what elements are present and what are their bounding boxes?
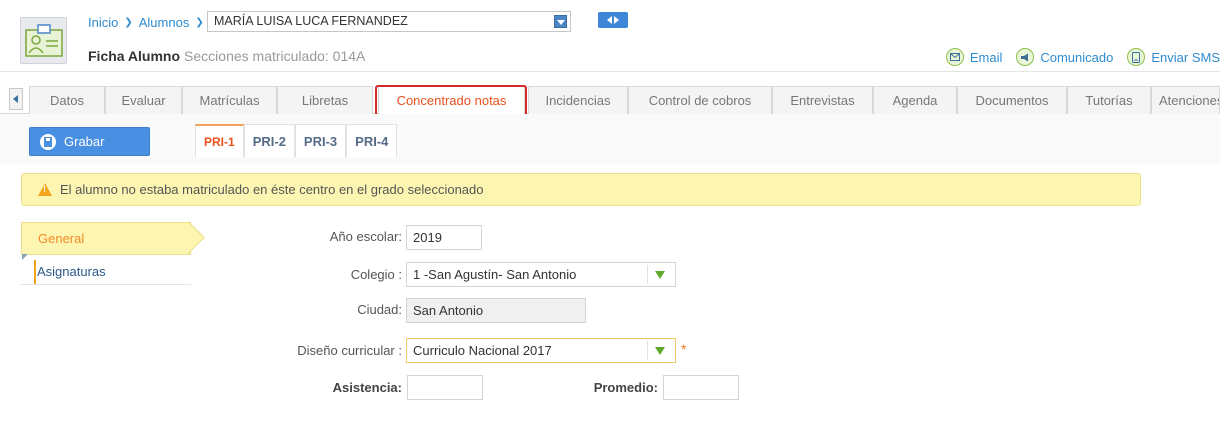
enviar-sms-label: Enviar SMS xyxy=(1151,49,1220,65)
ciudad-field: San Antonio xyxy=(406,298,586,323)
save-button-label: Grabar xyxy=(64,134,105,149)
colegio-label: Colegio : xyxy=(350,267,402,282)
tab-bar: Datos Evaluar Matrículas Libretas Concen… xyxy=(0,86,1220,115)
comunicado-label: Comunicado xyxy=(1040,49,1114,65)
sidenav-general-label: General xyxy=(38,231,85,246)
required-asterisk-icon: * xyxy=(681,341,687,357)
student-select-value: MARÍA LUISA LUCA FERNANDEZ xyxy=(214,14,408,28)
corner-marker-icon xyxy=(22,254,28,260)
chevron-down-icon[interactable] xyxy=(655,271,665,279)
asistencia-label: Asistencia: xyxy=(332,380,402,395)
sidenav-asignaturas-label: Asignaturas xyxy=(37,263,106,279)
save-button[interactable]: Grabar xyxy=(29,127,150,156)
breadcrumb-alumnos[interactable]: Alumnos xyxy=(139,15,190,30)
asistencia-field[interactable] xyxy=(407,375,483,400)
save-disk-icon xyxy=(40,133,56,150)
tab-agenda[interactable]: Agenda xyxy=(873,86,957,114)
period-tab-pri-2[interactable]: PRI-2 xyxy=(243,124,295,157)
period-tab-pri-1[interactable]: PRI-1 xyxy=(195,124,244,157)
tab-documentos[interactable]: Documentos xyxy=(957,86,1067,114)
arrow-right-icon[interactable] xyxy=(614,16,619,24)
student-select[interactable]: MARÍA LUISA LUCA FERNANDEZ xyxy=(207,11,571,32)
tab-matriculas[interactable]: Matrículas xyxy=(182,86,277,114)
warning-icon xyxy=(38,183,52,196)
tab-libretas[interactable]: Libretas xyxy=(277,86,373,114)
tab-datos[interactable]: Datos xyxy=(29,86,105,114)
warning-text: El alumno no estaba matriculado en éste … xyxy=(60,182,484,197)
anio-escolar-label: Año escolar: xyxy=(329,229,402,244)
promedio-field[interactable] xyxy=(663,375,739,400)
student-card-icon xyxy=(20,17,67,64)
breadcrumb: Inicio ❯ Alumnos ❯ xyxy=(88,12,210,32)
tab-control-de-cobros[interactable]: Control de cobros xyxy=(628,86,772,114)
header-actions: Email Comunicado Enviar SMS xyxy=(945,46,1220,68)
tab-scroll-left-icon[interactable] xyxy=(9,88,23,110)
arrow-left-icon[interactable] xyxy=(607,16,612,24)
header: Inicio ❯ Alumnos ❯ MARÍA LUISA LUCA FERN… xyxy=(0,0,1220,72)
envelope-icon xyxy=(945,48,964,66)
comunicado-button[interactable]: Comunicado xyxy=(1016,48,1113,66)
toolbar: Grabar PRI-1 PRI-2 PRI-3 PRI-4 xyxy=(0,114,1220,164)
diseno-curricular-label: Diseño curricular : xyxy=(297,343,402,358)
promedio-label: Promedio: xyxy=(593,380,658,395)
megaphone-icon xyxy=(1016,48,1035,66)
sidenav-active-marker xyxy=(34,260,36,284)
page-subtitle: Secciones matriculado: 014A xyxy=(184,48,366,64)
page-title: Ficha Alumno Secciones matriculado: 014A xyxy=(88,48,365,64)
period-tabs: PRI-1 PRI-2 PRI-3 PRI-4 xyxy=(195,124,398,157)
chevron-right-icon: ❯ xyxy=(124,16,133,28)
tab-evaluar[interactable]: Evaluar xyxy=(105,86,182,114)
email-button[interactable]: Email xyxy=(945,48,1003,66)
prev-next-student-buttons[interactable] xyxy=(598,12,628,28)
page-title-text: Ficha Alumno xyxy=(88,48,181,64)
chevron-down-icon[interactable] xyxy=(655,347,665,355)
ciudad-label: Ciudad: xyxy=(357,302,402,317)
breadcrumb-inicio[interactable]: Inicio xyxy=(88,15,118,30)
anio-escolar-field[interactable]: 2019 xyxy=(406,225,482,250)
select-divider xyxy=(647,341,648,360)
tab-entrevistas[interactable]: Entrevistas xyxy=(772,86,873,114)
period-tab-pri-4[interactable]: PRI-4 xyxy=(346,124,398,157)
colegio-select-value: 1 -San Agustín- San Antonio xyxy=(413,267,577,282)
tab-tutorias[interactable]: Tutorías xyxy=(1067,86,1151,114)
phone-icon xyxy=(1127,48,1146,66)
tab-incidencias[interactable]: Incidencias xyxy=(528,86,628,114)
colegio-select[interactable]: 1 -San Agustín- San Antonio xyxy=(406,262,676,287)
diseno-curricular-value: Curriculo Nacional 2017 xyxy=(413,343,552,358)
select-divider xyxy=(647,265,648,284)
chevron-right-icon: ❯ xyxy=(195,16,204,28)
warning-alert: El alumno no estaba matriculado en éste … xyxy=(21,173,1141,206)
tab-atenciones[interactable]: Atenciones xyxy=(1151,86,1220,114)
sidenav-asignaturas[interactable]: Asignaturas xyxy=(21,254,191,285)
chevron-down-icon[interactable] xyxy=(554,15,567,28)
diseno-curricular-select[interactable]: Curriculo Nacional 2017 xyxy=(406,338,676,363)
email-label: Email xyxy=(969,49,1003,65)
sidenav-general[interactable]: General xyxy=(21,222,191,255)
period-tab-pri-3[interactable]: PRI-3 xyxy=(294,124,347,157)
enviar-sms-button[interactable]: Enviar SMS xyxy=(1127,48,1220,66)
tab-concentrado-notas[interactable]: Concentrado notas xyxy=(378,86,525,115)
